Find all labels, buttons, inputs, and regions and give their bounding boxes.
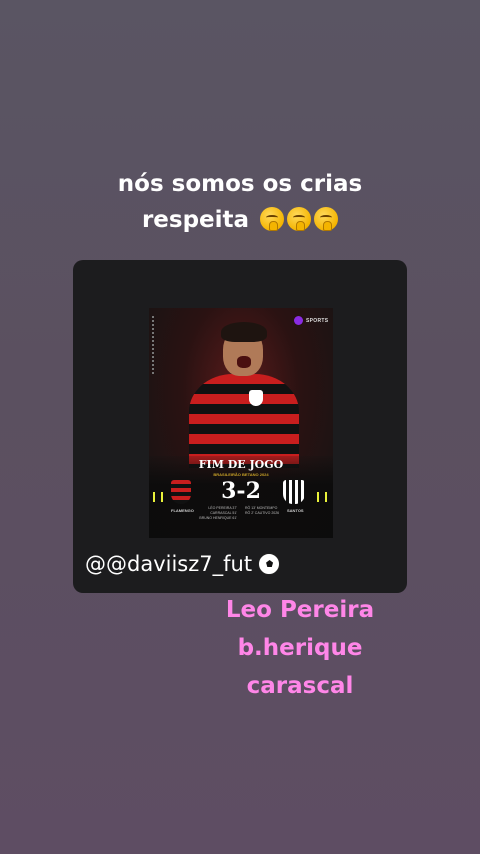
home-team-name: FLAMENGO xyxy=(171,508,194,513)
player-mouth xyxy=(237,356,251,368)
home-scorers: LÉO PEREIRA 37' CARRASCAL 51' BRUNO HENR… xyxy=(197,506,237,521)
final-score: 3-2 xyxy=(221,478,261,504)
scorer-names-text: Leo Pereira b.herique carascal xyxy=(200,591,400,705)
home-scorer: BRUNO HENRIQUE 61' xyxy=(199,516,237,520)
match-result-poster: SPORTS FIM DE JOGO BRASILEIRÃO BETANO 20… xyxy=(149,308,333,538)
shared-post-card[interactable]: SPORTS FIM DE JOGO BRASILEIRÃO BETANO 20… xyxy=(73,260,407,593)
player-shirt xyxy=(189,374,299,468)
away-scorers: RÔ 13' MONTEMPO RÔ 2' CAUTIVO 2026 xyxy=(245,506,285,516)
away-team-name: SANTOS xyxy=(287,508,304,513)
vertical-text-strip xyxy=(152,316,154,376)
headline: FIM DE JOGO xyxy=(198,458,284,471)
post-author-handle[interactable]: @@daviisz7_fut xyxy=(85,552,281,576)
name-line: Leo Pereira xyxy=(225,597,375,623)
shushing-face-emoji-icon xyxy=(260,207,285,231)
player-photo xyxy=(189,318,299,468)
caption-line-1: nós somos os crias xyxy=(117,171,363,197)
away-scorer: RÔ 2' CAUTIVO 2026 xyxy=(245,511,280,515)
competition-label: BRASILEIRÃO BETANO 2024 xyxy=(213,472,269,477)
shushing-face-emoji-icon xyxy=(287,207,312,231)
caption-line-2: respeita xyxy=(141,207,250,233)
brand-label: SPORTS xyxy=(306,317,329,324)
caption-line-2-row: respeita xyxy=(0,202,480,238)
name-line: carascal xyxy=(246,673,354,699)
shushing-face-emoji-icon xyxy=(314,207,339,231)
story-caption: nós somos os crias respeita xyxy=(0,166,480,238)
shirt-crest-icon xyxy=(249,390,263,406)
player-hair xyxy=(221,322,267,342)
name-line: b.herique xyxy=(237,635,363,661)
handle-text: @@daviisz7_fut xyxy=(85,552,253,576)
sports-brand-logo: SPORTS xyxy=(294,316,328,325)
soccer-ball-icon xyxy=(258,553,281,575)
